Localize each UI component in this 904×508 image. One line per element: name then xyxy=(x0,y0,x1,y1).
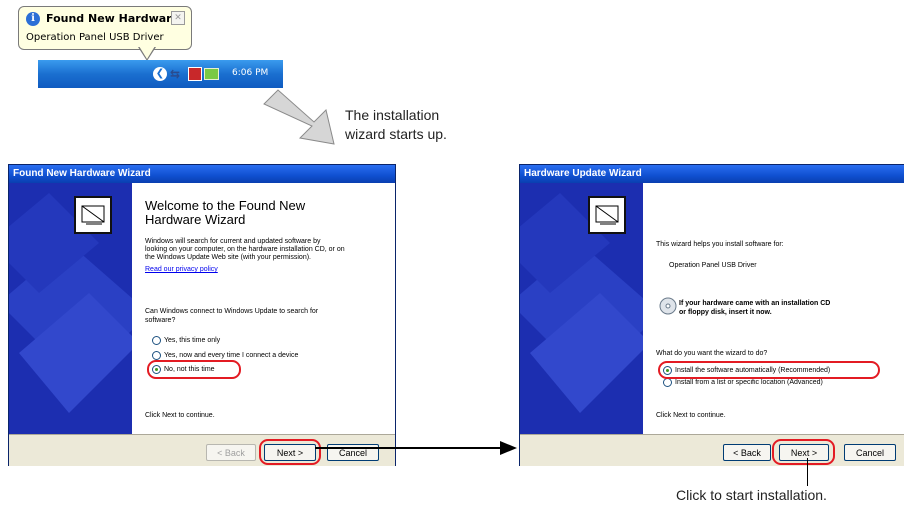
radio-yes-every-time[interactable] xyxy=(152,351,161,360)
back-button[interactable]: < Back xyxy=(723,444,771,461)
wizard-sidebar-graphic xyxy=(9,183,132,434)
taskbar-tray: ❮ ⇆ 6:06 PM xyxy=(38,60,283,88)
privacy-policy-link[interactable]: Read our privacy policy xyxy=(145,265,218,275)
device-name: Operation Panel USB Driver xyxy=(669,262,757,269)
wizard-question: What do you want the wizard to do? xyxy=(656,350,768,357)
radio-install-from-list[interactable] xyxy=(663,378,672,387)
intro-line: looking on your computer, on the hardwar… xyxy=(145,246,345,253)
highlight-next-button xyxy=(259,439,321,465)
heading-line: Welcome to the Found New xyxy=(145,198,306,213)
wizard-heading: Welcome to the Found New Hardware Wizard xyxy=(145,199,305,227)
cd-note: If your hardware came with an installati… xyxy=(679,299,830,317)
wizard-sidebar xyxy=(520,183,643,434)
option-label[interactable]: Yes, this time only xyxy=(164,336,220,346)
wizard-footer: Click Next to continue. xyxy=(145,412,215,419)
question-line: software? xyxy=(145,317,176,324)
question-line: Can Windows connect to Windows Update to… xyxy=(145,308,319,315)
wizard-content: This wizard helps you install software f… xyxy=(643,183,904,434)
wizard-button-bar: < Back Next > Cancel xyxy=(520,434,904,466)
hardware-update-wizard: Hardware Update Wizard This wizard helps… xyxy=(519,164,904,466)
balloon-text: Operation Panel USB Driver xyxy=(26,32,164,43)
wizard-intro: Windows will search for current and upda… xyxy=(145,238,345,262)
tray-clock[interactable]: 6:06 PM xyxy=(232,68,268,78)
caption-line: wizard starts up. xyxy=(345,126,447,142)
option-label[interactable]: Install from a list or specific location… xyxy=(675,378,823,388)
caption-wizard-start: The installation wizard starts up. xyxy=(345,106,447,144)
cd-note-line: If your hardware came with an installati… xyxy=(679,300,831,307)
heading-line: Hardware Wizard xyxy=(145,212,246,227)
wizard-intro: This wizard helps you install software f… xyxy=(656,241,784,248)
caption-line: The installation xyxy=(345,107,440,123)
window-title[interactable]: Found New Hardware Wizard xyxy=(9,165,395,183)
wizard-content: Welcome to the Found New Hardware Wizard… xyxy=(132,183,395,434)
intro-line: Windows will search for current and upda… xyxy=(145,238,321,245)
notification-balloon[interactable]: i Found New Hardware ✕ Operation Panel U… xyxy=(18,6,192,50)
hardware-icon xyxy=(74,196,112,234)
cancel-button[interactable]: Cancel xyxy=(844,444,896,461)
flow-down-arrow-icon xyxy=(263,89,335,145)
info-icon: i xyxy=(26,12,40,26)
antivirus-tray-icon[interactable] xyxy=(188,67,202,81)
back-button[interactable]: < Back xyxy=(206,444,256,461)
balloon-close-button[interactable]: ✕ xyxy=(171,11,185,25)
highlight-selected-option xyxy=(658,361,880,379)
radio-yes-this-time[interactable] xyxy=(152,336,161,345)
found-new-hardware-wizard: Found New Hardware Wizard Welcome to the… xyxy=(8,164,396,466)
balloon-title: Found New Hardware xyxy=(46,12,180,25)
caption-click-start: Click to start installation. xyxy=(676,487,827,503)
flow-right-arrow-icon xyxy=(315,441,517,455)
cd-icon xyxy=(659,297,677,315)
highlight-selected-option xyxy=(147,360,241,379)
wizard-sidebar xyxy=(9,183,132,434)
callout-line xyxy=(807,458,808,486)
highlight-next-button xyxy=(772,439,835,465)
hardware-icon xyxy=(588,196,626,234)
network-tray-icon[interactable] xyxy=(204,68,219,80)
update-question: Can Windows connect to Windows Update to… xyxy=(145,307,318,325)
window-title[interactable]: Hardware Update Wizard xyxy=(520,165,904,183)
usb-device-icon[interactable]: ⇆ xyxy=(170,67,180,81)
balloon-pointer xyxy=(138,46,156,61)
wizard-footer: Click Next to continue. xyxy=(656,412,726,419)
cd-note-line: or floppy disk, insert it now. xyxy=(679,309,772,316)
intro-line: the Windows Update Web site (with your p… xyxy=(145,254,311,261)
show-hidden-icons-button[interactable]: ❮ xyxy=(153,67,167,81)
